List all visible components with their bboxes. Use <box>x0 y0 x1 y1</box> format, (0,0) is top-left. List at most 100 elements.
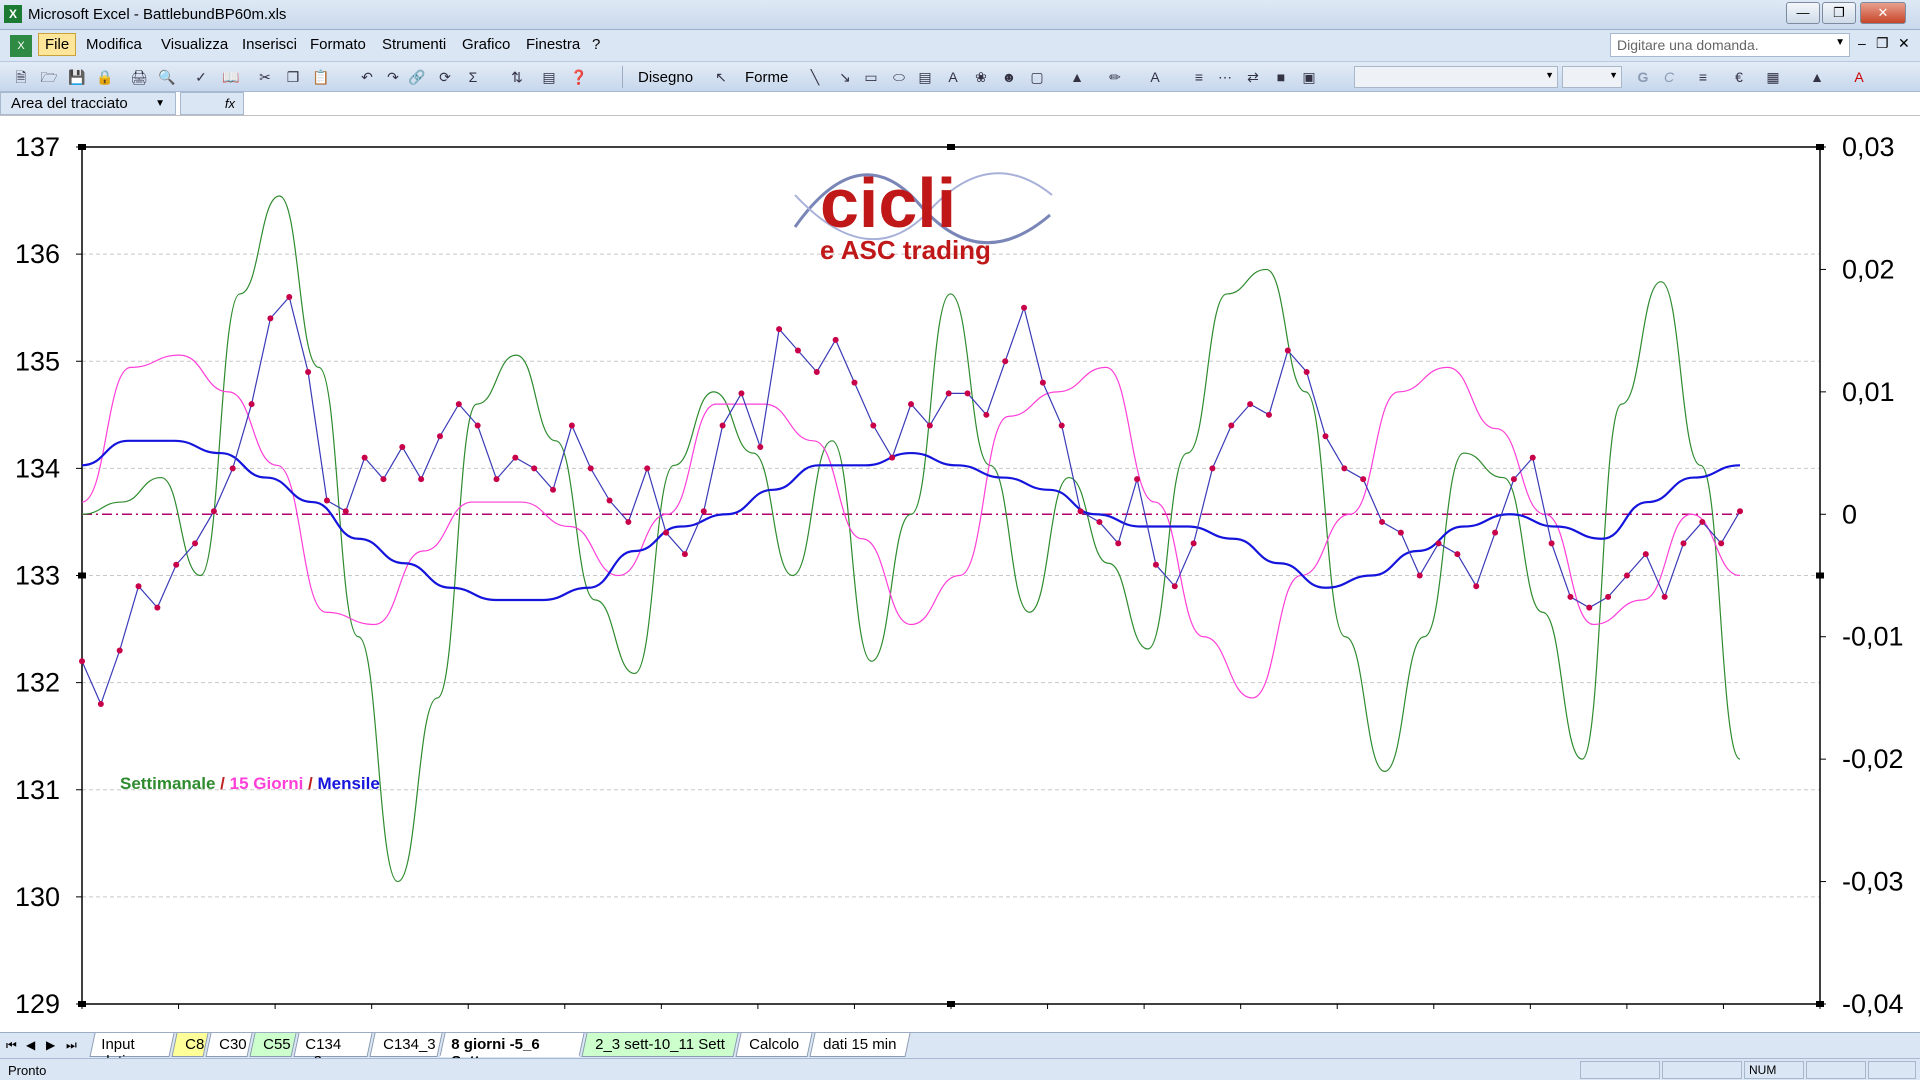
select-arrow-icon[interactable]: ↖ <box>712 68 730 86</box>
line-style-icon[interactable]: ≡ <box>1190 68 1208 86</box>
picture-icon[interactable]: ▢ <box>1028 68 1046 86</box>
sheet-tab[interactable]: C55 <box>249 1033 297 1057</box>
menu-formato[interactable]: Formato <box>310 36 366 53</box>
price-point <box>1397 529 1404 536</box>
price-point <box>1322 433 1329 440</box>
chevron-down-icon[interactable]: ▼ <box>155 98 165 109</box>
shadow-icon[interactable]: ■ <box>1272 68 1290 86</box>
function-icon[interactable]: fx <box>180 92 244 115</box>
3d-icon[interactable]: ▣ <box>1300 68 1318 86</box>
open-icon[interactable]: 🗁 <box>40 68 58 86</box>
copy-icon[interactable]: ❐ <box>284 68 302 86</box>
price-point <box>267 315 274 322</box>
print-icon[interactable]: 🖨 <box>130 68 148 86</box>
next-sheet-icon[interactable]: ▶ <box>46 1038 55 1052</box>
italic-icon[interactable]: C <box>1660 68 1678 86</box>
sheet-tab[interactable]: Calcolo <box>735 1033 813 1057</box>
doc-close-button[interactable]: ✕ <box>1898 35 1910 52</box>
print-preview-icon[interactable]: 🔍 <box>158 68 176 86</box>
new-icon[interactable]: 🗎 <box>12 68 30 86</box>
sheet-tab[interactable]: C134 _2 <box>293 1033 373 1070</box>
doc-minimize-button[interactable]: – <box>1858 35 1866 51</box>
arrow-style-icon[interactable]: ⇄ <box>1244 68 1262 86</box>
chevron-down-icon[interactable]: ▼ <box>1835 37 1845 48</box>
restore-button[interactable]: ❐ <box>1822 2 1856 24</box>
menu-grafico[interactable]: Grafico <box>462 36 510 53</box>
price-point <box>1473 583 1480 590</box>
fill-bucket-icon[interactable]: ▲ <box>1808 68 1826 86</box>
diagram-icon[interactable]: ❀ <box>972 68 990 86</box>
menu-visualizza[interactable]: Visualizza <box>161 36 228 53</box>
excel-app-icon[interactable]: X <box>4 5 22 23</box>
arrow-icon[interactable]: ↘ <box>836 68 854 86</box>
font-color-icon[interactable]: A <box>1146 68 1164 86</box>
hyperlink-icon[interactable]: 🔗 <box>408 68 426 86</box>
chevron-down-icon[interactable]: ▼ <box>1545 70 1554 80</box>
sheet-tab[interactable]: C134_3 <box>369 1033 443 1057</box>
paste-icon[interactable]: 📋 <box>312 68 330 86</box>
spelling-icon[interactable]: ✓ <box>192 68 210 86</box>
doc-restore-button[interactable]: ❐ <box>1876 35 1889 52</box>
redo-icon[interactable]: ↷ <box>384 68 402 86</box>
oval-icon[interactable]: ⬭ <box>890 68 908 86</box>
name-box[interactable]: Area del tracciato ▼ <box>0 92 176 115</box>
price-point <box>418 476 425 483</box>
borders-icon[interactable]: ▦ <box>1764 68 1782 86</box>
permission-icon[interactable]: 🔒 <box>96 68 114 86</box>
menu-file[interactable]: File <box>38 33 77 56</box>
help-icon[interactable]: ❓ <box>570 68 588 86</box>
series-line-price <box>81 295 1741 706</box>
sheet-tab[interactable]: 2_3 sett-10_11 Sett <box>581 1033 739 1057</box>
cut-icon[interactable]: ✂ <box>256 68 274 86</box>
price-point <box>1039 379 1046 386</box>
font-size-combo[interactable]: ▼ <box>1562 66 1622 88</box>
sheet-tab[interactable]: dati 15 min <box>809 1033 911 1057</box>
menu-inserisci[interactable]: Inserisci <box>242 36 297 53</box>
undo-icon[interactable]: ↶ <box>358 68 376 86</box>
price-point <box>135 583 142 590</box>
sheet-tab-label: 2_3 sett-10_11 Sett <box>595 1036 725 1053</box>
sort-icon[interactable]: ⇅ <box>508 68 526 86</box>
price-point <box>1379 518 1386 525</box>
menu-finestra[interactable]: Finestra <box>526 36 580 53</box>
textbox-icon[interactable]: ▤ <box>916 68 934 86</box>
save-icon[interactable]: 💾 <box>68 68 86 86</box>
close-button[interactable]: ✕ <box>1860 2 1906 24</box>
line-color-icon[interactable]: ✏ <box>1106 68 1124 86</box>
refresh-icon[interactable]: ⟳ <box>436 68 454 86</box>
dash-style-icon[interactable]: ⋯ <box>1216 68 1234 86</box>
price-point <box>474 422 481 429</box>
text-color-icon[interactable]: A <box>1850 68 1868 86</box>
euro-icon[interactable]: € <box>1730 68 1748 86</box>
research-icon[interactable]: 📖 <box>222 68 240 86</box>
price-point <box>173 561 180 568</box>
right-tick-label: -0,01 <box>1842 622 1904 652</box>
menu-modifica[interactable]: Modifica <box>86 36 142 53</box>
sheet-tab[interactable]: 8 giorni -5_6 Sett <box>439 1033 585 1070</box>
line-icon[interactable]: ╲ <box>806 68 824 86</box>
wordart-icon[interactable]: A <box>944 68 962 86</box>
help-search-input[interactable]: Digitare una domanda. ▼ <box>1610 33 1850 57</box>
chart-wizard-icon[interactable]: ▤ <box>540 68 558 86</box>
sheet-tab[interactable]: C8 <box>171 1033 209 1057</box>
prev-sheet-icon[interactable]: ◀ <box>26 1038 35 1052</box>
sheet-tab[interactable]: C30 <box>205 1033 253 1057</box>
menu-help[interactable]: ? <box>592 36 600 53</box>
menu-strumenti[interactable]: Strumenti <box>382 36 446 53</box>
align-icon[interactable]: ≡ <box>1694 68 1712 86</box>
sheet-tab[interactable]: Input dati <box>89 1033 175 1070</box>
fill-color-icon[interactable]: ▲ <box>1068 68 1086 86</box>
autosum-icon[interactable]: Σ <box>464 68 482 86</box>
clipart-icon[interactable]: ☻ <box>1000 68 1018 86</box>
chevron-down-icon[interactable]: ▼ <box>1609 70 1618 80</box>
forme-menu[interactable]: Forme <box>745 69 788 86</box>
disegno-menu[interactable]: Disegno <box>638 69 693 86</box>
document-icon[interactable]: X <box>10 35 32 57</box>
bold-icon[interactable]: G <box>1634 68 1652 86</box>
last-sheet-icon[interactable]: ⏭ <box>66 1038 77 1053</box>
price-point <box>1077 508 1084 515</box>
first-sheet-icon[interactable]: ⏮ <box>6 1038 17 1053</box>
rectangle-icon[interactable]: ▭ <box>862 68 880 86</box>
minimize-button[interactable]: — <box>1786 2 1820 24</box>
font-name-combo[interactable]: ▼ <box>1354 66 1558 88</box>
